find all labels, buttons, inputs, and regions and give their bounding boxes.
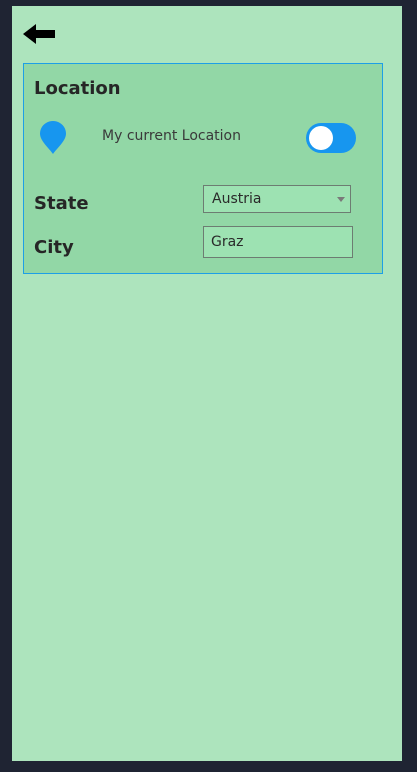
map-pin-icon [40, 121, 66, 154]
chevron-down-icon [337, 197, 345, 202]
state-label: State [34, 193, 89, 214]
arrow-left-icon [23, 24, 55, 44]
toggle-knob [309, 126, 333, 150]
current-location-toggle[interactable] [306, 123, 356, 153]
city-input[interactable] [203, 226, 353, 258]
back-button[interactable] [23, 22, 57, 46]
card-title: Location [34, 78, 121, 99]
current-location-label: My current Location [102, 128, 241, 144]
state-select-value: Austria [212, 191, 262, 207]
app-window: Location My current Location State Austr… [12, 6, 402, 761]
location-card: Location My current Location State Austr… [23, 63, 383, 274]
city-label: City [34, 237, 74, 258]
state-select[interactable]: Austria [203, 185, 351, 213]
